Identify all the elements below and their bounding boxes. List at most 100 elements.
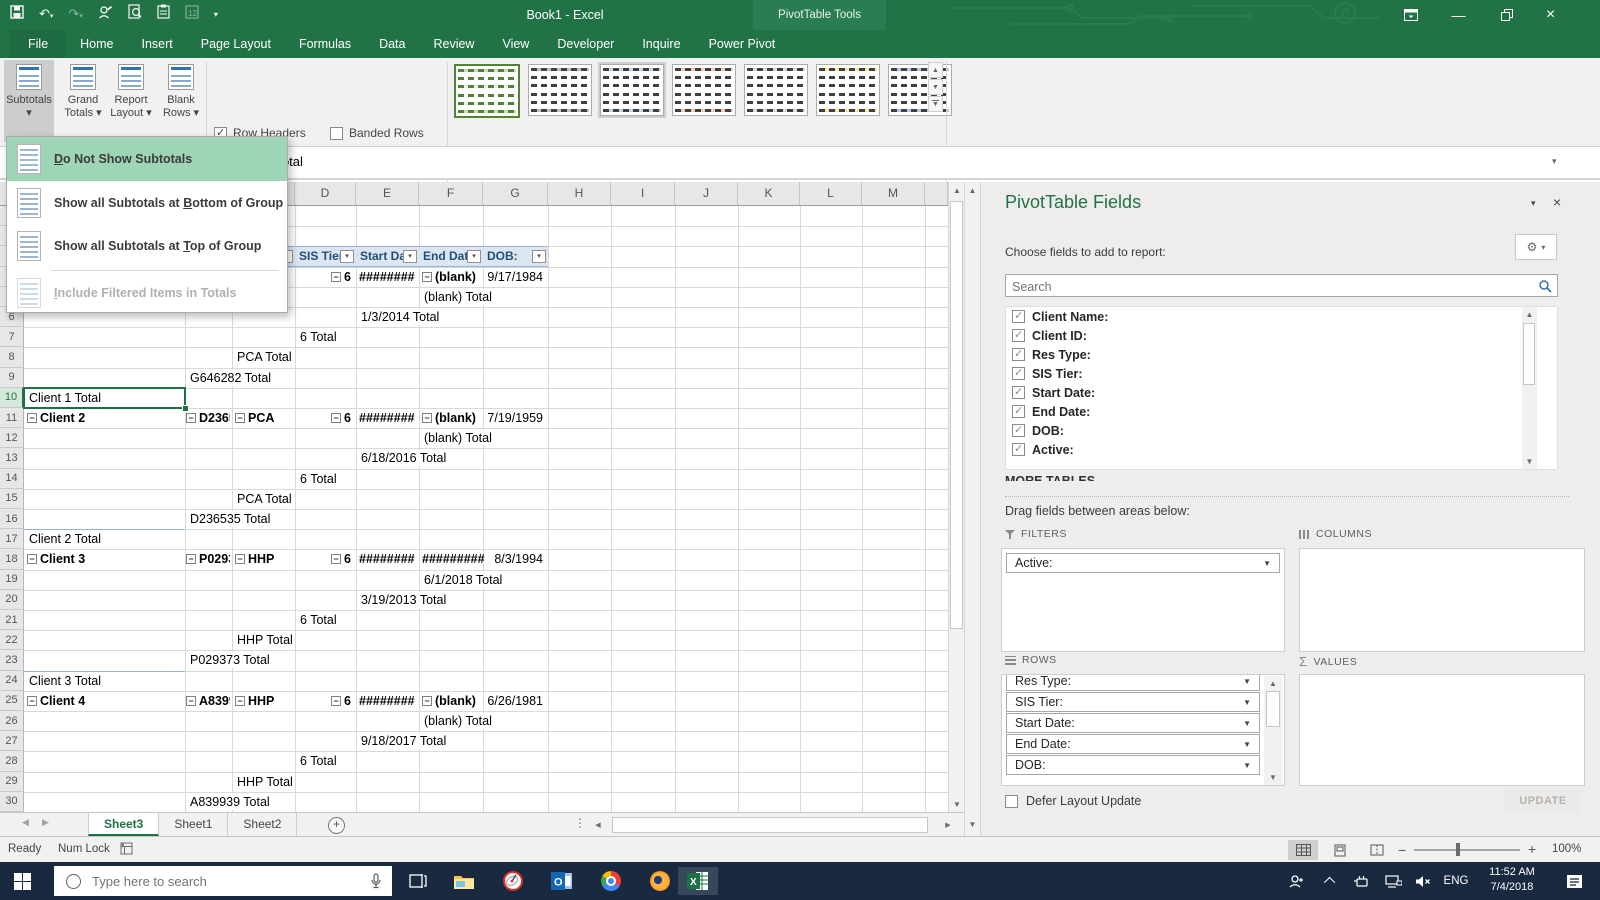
checkbox[interactable] [1012,309,1025,323]
style-thumbnail-5[interactable] [742,62,810,118]
people-icon[interactable] [1280,862,1314,900]
cell-D21[interactable]: 6 Total [298,612,339,628]
cell-F5[interactable]: (blank) Total [422,288,494,305]
cell-F4[interactable]: − (blank) [422,269,476,285]
network-icon[interactable] [1378,862,1408,900]
row-header-14[interactable]: 14 [0,468,24,489]
sheet-nav-right-icon[interactable]: ▶ [42,817,49,828]
start-button[interactable] [14,873,31,890]
rows-area[interactable]: Res Type: ▼ SIS Tier: ▼ Start Date: ▼ End Date… [1001,674,1285,786]
field-list-scroll-up[interactable]: ▲ [1522,310,1537,319]
action-center-icon[interactable] [1554,862,1594,900]
scroll-up-arrow[interactable]: ▲ [949,186,965,195]
style-thumbnail-3[interactable] [598,62,666,118]
tab-page-layout[interactable]: Page Layout [187,30,285,58]
checkbox[interactable] [1012,366,1025,380]
customize-quick-access-icon[interactable]: ▾ [214,0,218,30]
row-header-24[interactable]: 24 [0,670,24,691]
fill-handle[interactable] [182,405,189,412]
zoom-out-button[interactable]: − [1398,842,1406,858]
microphone-icon[interactable] [370,873,382,889]
cell-A24[interactable]: Client 3 Total [27,672,104,689]
row-header-26[interactable]: 26 [0,711,24,732]
field-item-sis-tier[interactable]: SIS Tier: [1006,364,1557,383]
horizontal-scrollbar[interactable]: ◀ ▶ [590,817,958,834]
fields-search-box[interactable] [1005,274,1558,297]
undo-button[interactable]: ↶▾ [39,0,53,32]
page-layout-view-button[interactable] [1325,840,1355,860]
excel-taskbar-icon[interactable]: X [678,867,718,895]
pane-scrollbar[interactable]: ▲ ▼ [964,182,980,836]
volume-muted-icon[interactable] [1408,862,1438,900]
menu-item-do-not-show-subtotals[interactable]: Do Not Show Subtotals [7,137,287,181]
rows-field-res-type[interactable]: Res Type: ▼ [1006,675,1260,691]
cell-E18[interactable]: ######## [359,551,415,567]
row-header-15[interactable]: 15 [0,488,24,509]
blank-rows-button[interactable]: Blank Rows ▾ [156,60,206,142]
field-list-scroll-thumb[interactable] [1523,323,1535,385]
subtotals-button[interactable]: Subtotals ▾ [4,60,54,142]
tab-review[interactable]: Review [419,30,488,58]
page-break-preview-button[interactable] [1362,840,1392,860]
macro-record-icon[interactable] [120,842,133,858]
rows-field-end-date[interactable]: End Date: ▼ [1006,734,1260,754]
tab-inquire[interactable]: Inquire [628,30,694,58]
zoom-level[interactable]: 100% [1552,843,1581,855]
restore-button[interactable] [1484,0,1529,30]
pane-scroll-down-arrow[interactable]: ▼ [965,820,980,829]
cell-B18[interactable]: −P029373 [186,551,230,567]
update-button[interactable]: UPDATE [1505,788,1581,814]
collapse-button[interactable]: − [27,554,37,565]
row-header-28[interactable]: 28 [0,751,24,772]
tab-power-pivot[interactable]: Power Pivot [695,30,790,58]
zoom-slider-track[interactable] [1414,849,1520,851]
cell-F19[interactable]: 6/1/2018 Total [422,571,505,588]
collapse-button[interactable]: − [235,413,245,423]
field-item-client-id[interactable]: Client ID: [1006,326,1557,345]
rows-field-dob[interactable]: DOB: ▼ [1006,755,1260,775]
pill-dropdown-icon[interactable]: ▼ [1243,677,1251,686]
cell-G11[interactable]: 7/19/1959 [485,410,543,426]
cell-A18[interactable]: − Client 3 [27,551,85,567]
vertical-scrollbar[interactable]: ▲ ▼ [948,182,964,812]
horizontal-scroll-thumb[interactable] [612,817,928,833]
minimize-button[interactable]: — [1436,0,1481,30]
style-thumbnail-1[interactable] [452,62,522,120]
cell-B23[interactable]: P029373 Total [188,652,272,669]
cell-A17[interactable]: Client 2 Total [27,531,104,548]
taskbar-search-input[interactable] [90,872,370,890]
tab-view[interactable]: View [488,30,543,58]
field-item-start-date[interactable]: Start Date: [1006,383,1557,402]
cell-F26[interactable]: (blank) Total [422,713,494,729]
cell-D7[interactable]: 6 Total [298,329,339,346]
row-header-23[interactable]: 23 [0,650,24,671]
checkbox[interactable] [1012,442,1025,456]
defer-layout-checkbox[interactable] [1005,794,1018,808]
collapse-button[interactable]: − [235,554,245,565]
formula-bar-expand-icon[interactable]: ▾ [1552,156,1557,167]
filter-field-active[interactable]: Active: ▼ [1006,553,1280,573]
gallery-scroll-up-button[interactable]: ▲ [928,62,943,78]
row-header-20[interactable]: 20 [0,589,24,610]
cell-G4[interactable]: 9/17/1984 [485,269,543,285]
cell-F11[interactable]: − (blank) [422,410,476,426]
file-explorer-icon[interactable] [444,867,484,895]
task-view-button[interactable] [398,867,438,895]
field-item-res-type[interactable]: Res Type: [1006,345,1557,364]
rows-scroll-up[interactable]: ▲ [1264,679,1282,688]
collapse-button[interactable]: − [422,271,432,282]
cell-E25[interactable]: ######## [359,693,415,709]
pane-close-icon[interactable]: × [1553,194,1561,210]
option-banded-rows[interactable]: Banded Rows [330,126,424,140]
tab-insert[interactable]: Insert [128,30,187,58]
language-indicator[interactable]: ENG [1438,862,1474,900]
tab-splitter-handle[interactable]: ⋮ [574,816,586,830]
row-header-11[interactable]: 11 [0,408,24,429]
cell-E4[interactable]: ######## [359,269,415,285]
print-preview-icon[interactable] [128,0,142,30]
filters-area[interactable]: Active: ▼ [1001,548,1285,652]
gallery-more-button[interactable]: ▼ [928,96,943,112]
more-tables-link[interactable]: MORE TABLES... [1005,474,1105,481]
checkbox[interactable] [1012,423,1025,437]
rows-scroll-down[interactable]: ▼ [1264,773,1282,782]
